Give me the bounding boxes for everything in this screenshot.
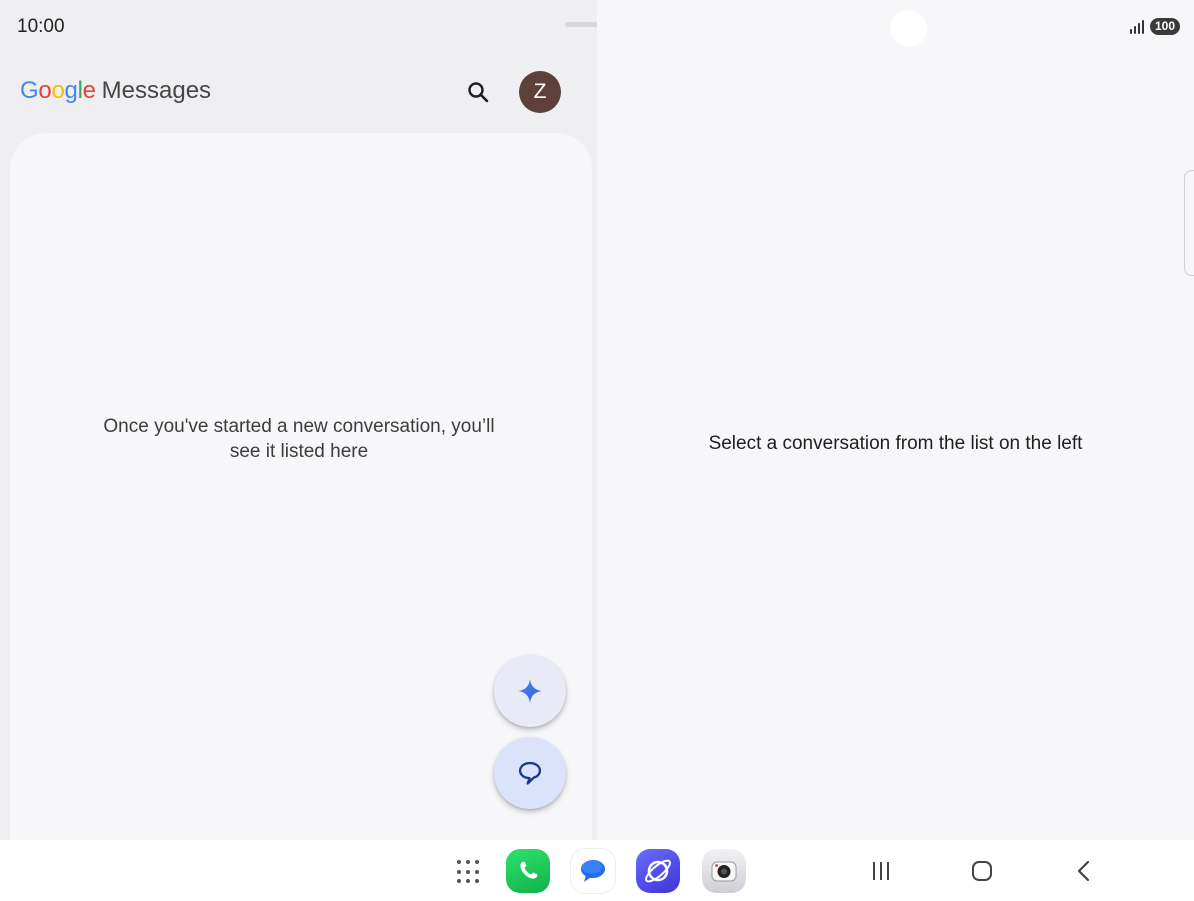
start-chat-button[interactable]	[494, 737, 566, 809]
empty-state-line-1: Once you've started a new conversation, …	[103, 416, 495, 437]
select-conversation-hint: Select a conversation from the list on t…	[708, 433, 1083, 454]
search-button[interactable]	[460, 74, 496, 110]
conversation-list-pane: 10:00 Google Messages Z Once you've star…	[0, 0, 628, 853]
phone-app-icon[interactable]	[506, 849, 550, 893]
status-time: 10:00	[17, 16, 65, 37]
google-wordmark: Google	[20, 77, 96, 104]
app-bar: Google Messages Z	[20, 70, 580, 114]
app-drawer-icon[interactable]	[457, 860, 481, 884]
planet-icon	[645, 859, 671, 883]
camera-app-icon[interactable]	[702, 849, 746, 893]
taskbar	[0, 840, 1194, 901]
conversation-list: Once you've started a new conversation, …	[10, 133, 592, 853]
status-icons: 100	[1129, 18, 1180, 35]
edge-panel-handle[interactable]	[1184, 170, 1194, 276]
camera-cutout	[890, 10, 927, 47]
messages-app-icon[interactable]	[571, 849, 615, 893]
battery-icon: 100	[1149, 18, 1180, 35]
gemini-button[interactable]	[494, 655, 566, 727]
search-icon	[468, 82, 489, 103]
signal-icon	[1129, 19, 1144, 34]
recents-icon[interactable]	[866, 857, 896, 885]
home-icon[interactable]	[967, 857, 997, 885]
phone-handset-icon	[520, 861, 538, 879]
internet-app-icon[interactable]	[636, 849, 680, 893]
empty-state-message: Once you've started a new conversation, …	[10, 414, 588, 464]
app-logo: Google Messages	[20, 77, 211, 105]
conversation-detail-pane: Select a conversation from the list on t…	[597, 0, 1194, 840]
app-title: Messages	[101, 77, 212, 104]
account-avatar[interactable]: Z	[519, 71, 561, 113]
messages-bubble-icon	[581, 860, 605, 882]
chat-bubble-icon	[518, 761, 542, 785]
sparkle-icon	[518, 679, 542, 703]
camera-lens-icon	[711, 861, 737, 882]
empty-state-line-2: see it listed here	[229, 441, 369, 462]
back-icon[interactable]	[1069, 857, 1099, 885]
